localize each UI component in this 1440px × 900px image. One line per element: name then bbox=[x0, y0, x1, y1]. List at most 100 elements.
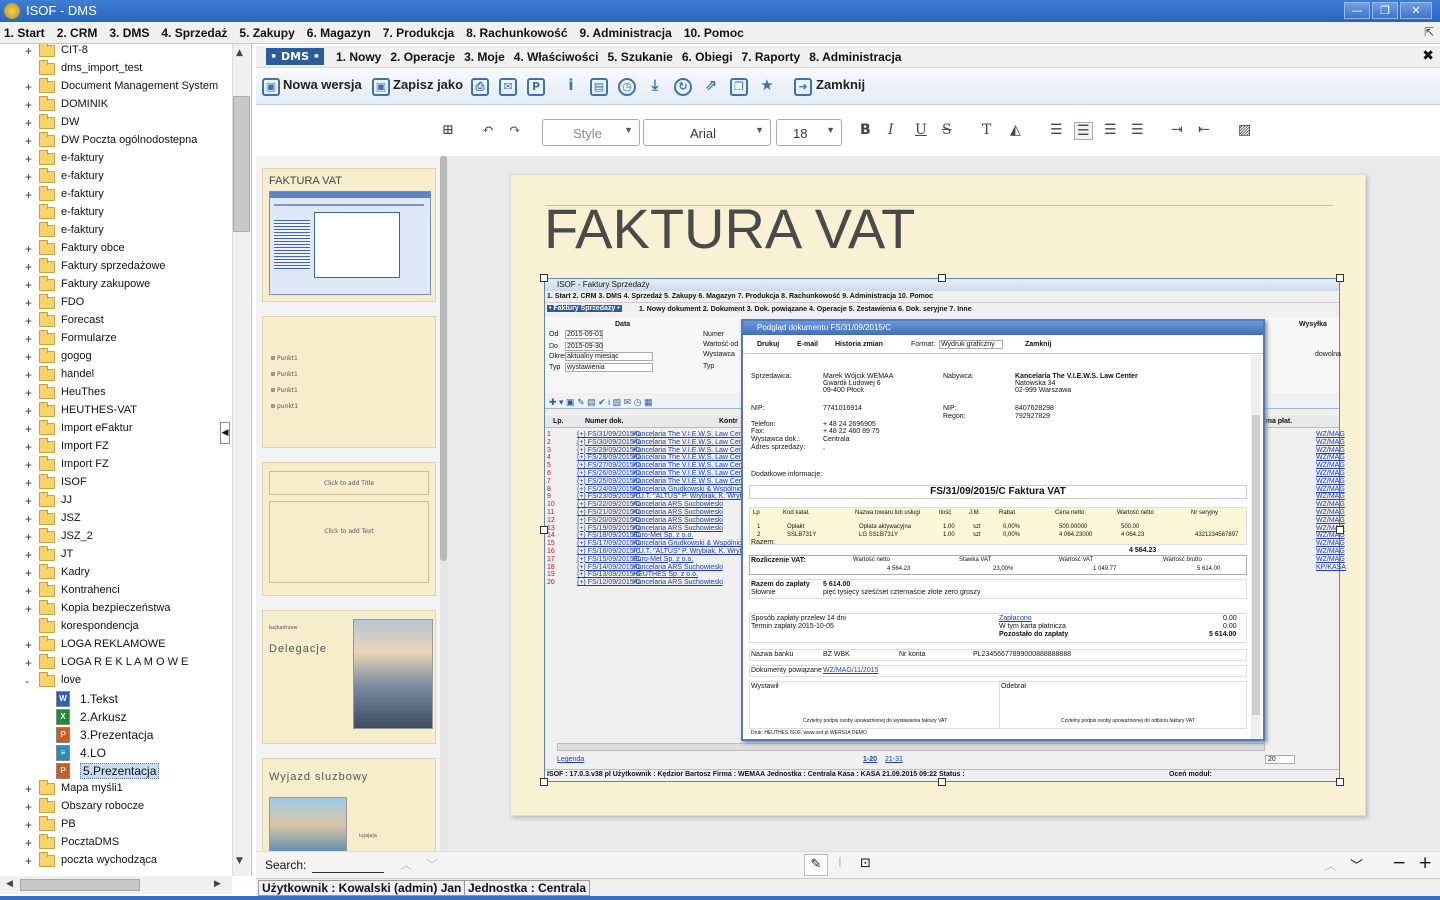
row-contractor-link[interactable]: Kancelaria The V.I.E.W.S. Law Center bbox=[633, 478, 751, 485]
tree-folder[interactable]: + Document Management System bbox=[0, 78, 232, 96]
tree-folder[interactable]: + DW bbox=[0, 114, 232, 132]
expand-icon[interactable]: + bbox=[25, 656, 35, 670]
tree-folder[interactable]: + e-faktury bbox=[0, 168, 232, 186]
dms-close-icon[interactable]: ✖ bbox=[1422, 48, 1434, 64]
tree-folder[interactable]: + Faktury zakupowe bbox=[0, 276, 232, 294]
tree-folder[interactable]: + Kopia bezpieczeństwa bbox=[0, 600, 232, 618]
expand-icon[interactable]: + bbox=[25, 44, 35, 58]
row-doc-link[interactable]: (+) FS/27/09/2015/C bbox=[577, 462, 641, 469]
presentation-icon[interactable]: ⊡ bbox=[860, 856, 871, 871]
row-related-link[interactable]: WZ/MAG bbox=[1316, 431, 1345, 438]
strikethrough-icon[interactable]: S bbox=[942, 122, 952, 138]
style-select[interactable]: Style ▼ bbox=[542, 119, 640, 146]
row-doc-link[interactable]: (+) FS/28/09/2015/C bbox=[577, 454, 641, 461]
expand-icon[interactable]: + bbox=[25, 80, 35, 94]
save-as-icon[interactable]: ▣ bbox=[372, 78, 390, 96]
row-related-link[interactable]: WZ/MAG bbox=[1316, 556, 1345, 563]
row-doc-link[interactable]: (+) FS/29/09/2015/C bbox=[577, 447, 641, 454]
filter-okres-select[interactable]: aktualny miesiąc bbox=[565, 352, 653, 361]
main-menu-item[interactable]: 6. Magazyn bbox=[307, 26, 371, 40]
new-version-icon[interactable]: ▣ bbox=[262, 78, 280, 96]
expand-icon[interactable]: + bbox=[25, 530, 35, 544]
slide-thumb-5[interactable]: Wyjazd sluzbowy lujajaja bbox=[262, 758, 436, 851]
tree-folder[interactable]: + Formularze bbox=[0, 330, 232, 348]
expand-icon[interactable]: + bbox=[25, 260, 35, 274]
expand-icon[interactable]: + bbox=[25, 422, 35, 436]
tree-hscrollbar[interactable]: ◀ ▶ bbox=[0, 876, 232, 894]
history-icon[interactable]: ◷ bbox=[618, 78, 636, 96]
row-related-link[interactable]: WZ/MAG bbox=[1316, 493, 1345, 500]
tree-folder[interactable]: - love bbox=[0, 672, 232, 690]
tree-folder[interactable]: + gogog bbox=[0, 348, 232, 366]
search-next-icon[interactable]: ﹀ bbox=[426, 856, 438, 873]
dms-menu-item[interactable]: 5. Szukanie bbox=[607, 50, 672, 64]
row-contractor-link[interactable]: Kancelaria ARS Suchowieski bbox=[633, 517, 723, 524]
row-related-link[interactable]: WZ/MAG bbox=[1316, 462, 1345, 469]
row-related-link[interactable]: WZ/MAG bbox=[1316, 486, 1345, 493]
text-color-icon[interactable]: T bbox=[982, 122, 991, 138]
tree-folder[interactable]: + Import FZ bbox=[0, 456, 232, 474]
row-contractor-link[interactable]: P.U.T. "ALTUS" P. Wrybiak, K. Wrybiak bbox=[633, 493, 752, 500]
expand-icon[interactable]: + bbox=[25, 854, 35, 868]
row-contractor-link[interactable]: Kancelaria ARS Suchowieski bbox=[633, 525, 723, 532]
image-icon[interactable]: ▨ bbox=[1238, 122, 1251, 138]
expand-icon[interactable]: + bbox=[25, 800, 35, 814]
tree-file[interactable]: ≡ 4.LO bbox=[0, 744, 232, 762]
tree-file[interactable]: X 2.Arkusz bbox=[0, 708, 232, 726]
main-menu-item[interactable]: 3. DMS bbox=[109, 26, 149, 40]
main-menu-item[interactable]: 8. Rachunkowość bbox=[466, 26, 567, 40]
expand-icon[interactable]: + bbox=[25, 404, 35, 418]
row-related-link[interactable]: WZ/MAG bbox=[1316, 517, 1345, 524]
main-menu-item[interactable]: 7. Produkcja bbox=[383, 26, 454, 40]
expand-icon[interactable]: + bbox=[25, 170, 35, 184]
expand-icon[interactable]: + bbox=[25, 638, 35, 652]
search-prev-icon[interactable]: ︿ bbox=[400, 856, 412, 873]
resize-handle[interactable] bbox=[938, 274, 946, 282]
bold-icon[interactable]: B bbox=[860, 122, 871, 138]
row-doc-link[interactable]: (+) FS/12/09/2015/C bbox=[577, 579, 641, 586]
tree-folder[interactable]: + CIT-8 bbox=[0, 44, 232, 60]
row-contractor-link[interactable]: Kancelaria The V.I.E.W.S. Law Center bbox=[633, 470, 751, 477]
filter-do-input[interactable]: 2015-09-30 bbox=[565, 342, 603, 351]
align-center-icon[interactable]: ☰ bbox=[1074, 122, 1093, 140]
text-cursor-icon[interactable]: I bbox=[838, 856, 842, 871]
tree-file[interactable]: P 3.Prezentacja bbox=[0, 726, 232, 744]
size-select[interactable]: 18 ▼ bbox=[776, 119, 842, 146]
outdent-icon[interactable]: ⇤ bbox=[1198, 122, 1210, 138]
new-slide-icon[interactable]: ⊞ bbox=[442, 122, 454, 138]
slides-scrollbar[interactable] bbox=[440, 156, 448, 851]
expand-icon[interactable]: + bbox=[25, 458, 35, 472]
expand-icon[interactable]: + bbox=[25, 782, 35, 796]
tree-folder[interactable]: + Faktury obce bbox=[0, 240, 232, 258]
align-right-icon[interactable]: ☰ bbox=[1104, 122, 1117, 138]
zoom-out-icon[interactable]: − bbox=[1392, 853, 1406, 873]
page-link-1[interactable]: 1-20 bbox=[863, 756, 877, 763]
row-doc-link[interactable]: (+) FS/17/09/2015/C bbox=[577, 540, 641, 547]
resize-handle[interactable] bbox=[1336, 778, 1344, 786]
resize-handle[interactable] bbox=[540, 778, 548, 786]
row-related-link[interactable]: WZ/MAG bbox=[1316, 454, 1345, 461]
expand-icon[interactable]: + bbox=[25, 278, 35, 292]
row-contractor-link[interactable]: Kancelaria The V.I.E.W.S. Law Center bbox=[633, 431, 751, 438]
dms-menu-item[interactable]: 4. Właściwości bbox=[514, 50, 599, 64]
row-contractor-link[interactable]: Euro-Met Sp. z o.o. bbox=[633, 556, 693, 563]
main-menu-item[interactable]: 10. Pomoc bbox=[684, 26, 744, 40]
maximize-button[interactable]: ❐ bbox=[1372, 2, 1398, 19]
tree-file[interactable]: W 1.Tekst bbox=[0, 690, 232, 708]
expand-icon[interactable]: + bbox=[25, 836, 35, 850]
row-doc-link[interactable]: (+) FS/20/09/2015/C bbox=[577, 517, 641, 524]
tree-folder[interactable]: e-faktury bbox=[0, 222, 232, 240]
slide-thumb-2[interactable]: Punkt1 Punkt1 Punkt1 punkt1 bbox=[262, 316, 436, 448]
pdf-icon[interactable]: P bbox=[527, 78, 545, 96]
expand-icon[interactable]: + bbox=[25, 548, 35, 562]
restore-icon[interactable]: ⇱ bbox=[1424, 25, 1434, 39]
tree-folder[interactable]: + DOMINIK bbox=[0, 96, 232, 114]
expand-icon[interactable]: + bbox=[25, 512, 35, 526]
save-as-button[interactable]: Zapisz jako bbox=[393, 77, 463, 92]
row-contractor-link[interactable]: Kancelaria The V.I.E.W.S. Law Center bbox=[633, 439, 751, 446]
expand-icon[interactable]: + bbox=[25, 368, 35, 382]
row-contractor-link[interactable]: HEUTHES Sp. z o.o. bbox=[633, 571, 698, 578]
filter-od-input[interactable]: 2015-09-01 bbox=[565, 330, 603, 339]
row-doc-link[interactable]: (+) FS/24/09/2015/C bbox=[577, 486, 641, 493]
row-doc-link[interactable]: (+) FS/14/09/2015/C bbox=[577, 564, 641, 571]
